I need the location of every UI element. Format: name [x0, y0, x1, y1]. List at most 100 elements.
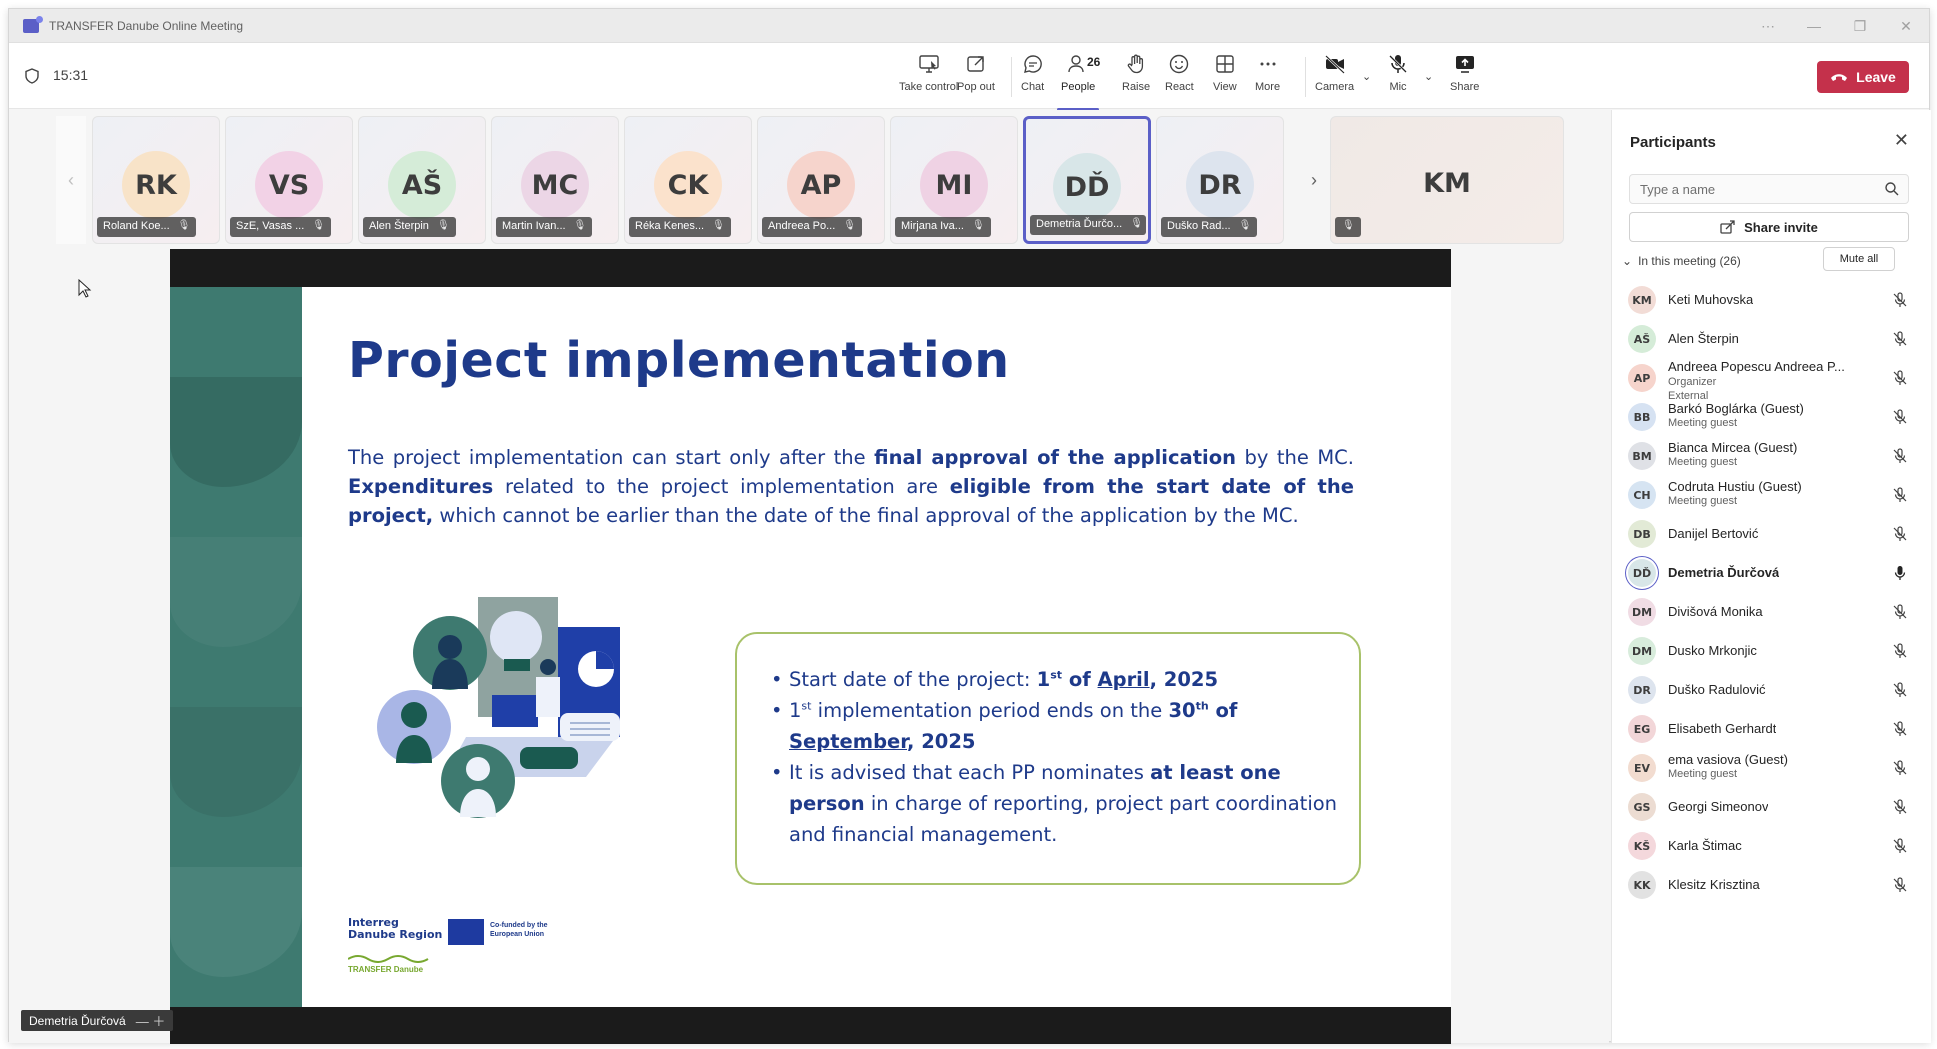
- participant-tile[interactable]: AŠ Alen Šterpin 🎙: [358, 116, 486, 244]
- view-button[interactable]: View: [1213, 53, 1237, 103]
- previous-tiles-button[interactable]: ‹: [56, 116, 86, 244]
- participant-name: Mirjana Iva...: [901, 220, 964, 232]
- mic-button[interactable]: Mic: [1387, 53, 1409, 103]
- mic-off-icon[interactable]: [1892, 799, 1908, 815]
- mic-off-icon[interactable]: [1892, 877, 1908, 893]
- participant-row[interactable]: DB Danijel Bertović: [1612, 514, 1931, 554]
- close-button[interactable]: ✕: [1883, 9, 1929, 43]
- mic-off-icon[interactable]: [1892, 448, 1908, 464]
- react-button[interactable]: React: [1165, 53, 1194, 103]
- participant-name-badge: SzE, Vasas ... 🎙: [230, 217, 331, 237]
- next-tiles-button[interactable]: ›: [1299, 116, 1329, 244]
- participant-tile-large[interactable]: KM 🎙: [1330, 116, 1564, 244]
- participant-row[interactable]: DĎ Demetria Ďurčová: [1612, 553, 1931, 593]
- in-meeting-section-toggle[interactable]: ⌄ In this meeting (26): [1622, 254, 1741, 268]
- slide-side-band: [170, 287, 302, 1007]
- participant-tile[interactable]: VS SzE, Vasas ... 🎙: [225, 116, 353, 244]
- participant-row[interactable]: BB Barkó Boglárka (Guest) Meeting guest: [1612, 397, 1931, 437]
- divider: [1305, 57, 1306, 97]
- participant-tile[interactable]: DR Duško Rad... 🎙: [1156, 116, 1284, 244]
- mic-options-chevron-icon[interactable]: ⌄: [1424, 70, 1433, 83]
- close-panel-icon[interactable]: ✕: [1894, 130, 1909, 151]
- participants-panel: Participants ✕ Type a name Share invite …: [1611, 110, 1931, 1043]
- text-run: related to the project implementation ar…: [493, 475, 950, 498]
- mic-off-icon[interactable]: [1892, 760, 1908, 776]
- share-button[interactable]: Share: [1450, 53, 1479, 103]
- minimize-button[interactable]: —: [1791, 9, 1837, 43]
- mic-off-icon[interactable]: [1892, 370, 1908, 386]
- more-options-icon[interactable]: ⋯: [1745, 9, 1791, 43]
- mic-off-icon[interactable]: [1892, 604, 1908, 620]
- mic-on-icon[interactable]: [1892, 565, 1908, 581]
- more-button[interactable]: More: [1255, 53, 1280, 103]
- mic-off-icon[interactable]: [1892, 292, 1908, 308]
- mic-off-icon[interactable]: [1892, 838, 1908, 854]
- participant-row[interactable]: AŠ Alen Šterpin: [1612, 319, 1931, 359]
- participant-role: Meeting guest: [1668, 456, 1738, 468]
- avatar: GS: [1628, 793, 1656, 821]
- text-run: Start date of the project:: [789, 668, 1037, 691]
- participant-search-input[interactable]: Type a name: [1629, 174, 1909, 204]
- participant-row[interactable]: KM Keti Muhovska: [1612, 280, 1931, 320]
- mic-off-icon[interactable]: [1892, 721, 1908, 737]
- participant-row[interactable]: GS Georgi Simeonov: [1612, 787, 1931, 827]
- mute-all-button[interactable]: Mute all: [1823, 247, 1895, 271]
- leave-button[interactable]: Leave: [1817, 61, 1909, 93]
- participant-tile[interactable]: RK Roland Koe... 🎙: [92, 116, 220, 244]
- participant-row[interactable]: DM Dusko Mrkonjic: [1612, 631, 1931, 671]
- meeting-stage: ‹ RK Roland Koe... 🎙 VS SzE, Vasas ... 🎙 AŠ Ale…: [9, 110, 1609, 1044]
- participant-row[interactable]: KK Klesitz Krisztina: [1612, 865, 1931, 905]
- key-dates-list: Start date of the project: 1st of April,…: [769, 664, 1339, 850]
- more-label: More: [1255, 81, 1281, 93]
- raise-hand-button[interactable]: Raise: [1122, 53, 1150, 103]
- participant-tile[interactable]: AP Andreea Po... 🎙: [757, 116, 885, 244]
- chevron-right-icon: ›: [1311, 169, 1317, 190]
- participant-tile[interactable]: CK Réka Kenes... 🎙: [624, 116, 752, 244]
- participant-name: Karla Štimac: [1668, 838, 1742, 853]
- participant-tile[interactable]: DĎ Demetria Ďurčo... 🎙: [1023, 116, 1151, 244]
- panel-title: Participants: [1630, 134, 1716, 151]
- maximize-button[interactable]: ❐: [1837, 9, 1883, 43]
- meeting-toolbar: 15:31 Take control Pop out Chat 26 Peopl…: [9, 43, 1929, 111]
- chat-button[interactable]: Chat: [1021, 53, 1044, 103]
- mic-off-icon[interactable]: [1892, 682, 1908, 698]
- mic-off-icon[interactable]: [1892, 643, 1908, 659]
- avatar: BM: [1628, 442, 1656, 470]
- chat-icon: [1023, 55, 1042, 73]
- people-button[interactable]: 26 People: [1057, 53, 1100, 111]
- participant-row[interactable]: EG Elisabeth Gerhardt: [1612, 709, 1931, 749]
- participant-row[interactable]: KŠ Karla Štimac: [1612, 826, 1931, 866]
- pop-out-button[interactable]: Pop out: [957, 53, 995, 103]
- wave-logo-icon: [348, 955, 429, 963]
- participant-row[interactable]: BM Bianca Mircea (Guest) Meeting guest: [1612, 436, 1931, 476]
- participant-row[interactable]: DM Divišová Monika: [1612, 592, 1931, 632]
- chevron-left-icon: ‹: [68, 169, 74, 190]
- wave-decoration: [170, 537, 302, 647]
- participant-row[interactable]: EV ema vasiova (Guest) Meeting guest: [1612, 748, 1931, 788]
- pop-out-icon: [967, 56, 984, 72]
- avatar: DB: [1628, 520, 1656, 548]
- take-control-button[interactable]: Take control: [899, 53, 958, 103]
- camera-button[interactable]: Camera: [1315, 53, 1354, 103]
- mic-off-icon[interactable]: [1892, 487, 1908, 503]
- view-grid-icon: [1216, 55, 1234, 73]
- text-run: It is advised that each PP nominates: [789, 761, 1151, 784]
- expand-icon[interactable]: — ＋: [136, 1011, 166, 1030]
- avatar: AP: [787, 151, 855, 219]
- mic-off-icon[interactable]: [1892, 331, 1908, 347]
- participant-tile[interactable]: MI Mirjana Iva... 🎙: [890, 116, 1018, 244]
- participant-tile[interactable]: MC Martin Ivan... 🎙: [491, 116, 619, 244]
- mic-off-icon[interactable]: [1892, 409, 1908, 425]
- camera-options-chevron-icon[interactable]: ⌄: [1362, 70, 1371, 83]
- mic-off-icon[interactable]: [1892, 526, 1908, 542]
- participant-name: Demetria Ďurčo...: [1036, 218, 1123, 230]
- share-invite-button[interactable]: Share invite: [1629, 212, 1909, 242]
- participant-name: Andreea Popescu Andreea P...: [1668, 359, 1845, 374]
- participant-name-badge: Roland Koe... 🎙: [97, 217, 197, 237]
- participant-row[interactable]: AP Andreea Popescu Andreea P... Organizer E…: [1612, 358, 1931, 402]
- participant-row[interactable]: CH Codruta Hustiu (Guest) Meeting guest: [1612, 475, 1931, 515]
- hang-up-icon: [1831, 74, 1848, 81]
- pop-out-label: Pop out: [957, 81, 995, 93]
- participant-name: Barkó Boglárka (Guest): [1668, 401, 1804, 416]
- participant-row[interactable]: DR Duško Radulović: [1612, 670, 1931, 710]
